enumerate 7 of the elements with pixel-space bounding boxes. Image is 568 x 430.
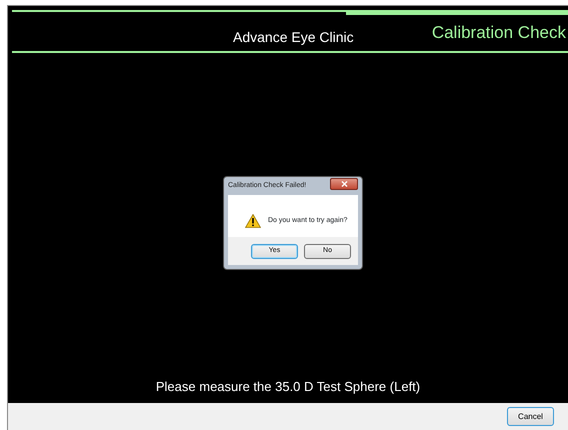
close-icon: [340, 181, 348, 187]
close-button[interactable]: [330, 178, 358, 190]
screen-title: Calibration Check: [432, 22, 567, 44]
warning-icon: [245, 214, 261, 228]
cancel-button[interactable]: Cancel: [507, 407, 554, 426]
clinic-name: Advance Eye Clinic: [233, 28, 354, 47]
instruction-text: Please measure the 35.0 D Test Sphere (Left): [154, 378, 422, 396]
